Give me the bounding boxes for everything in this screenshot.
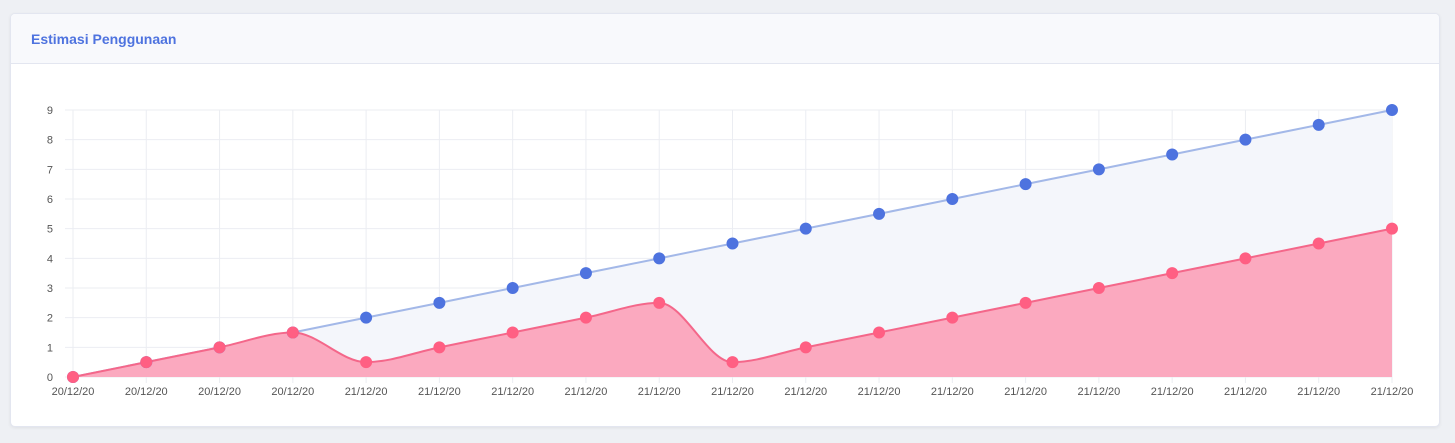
x-tick-label: 21/12/20 (1371, 386, 1414, 398)
y-tick-label: 1 (47, 342, 53, 354)
series-pink-point (579, 311, 592, 324)
y-tick-label: 5 (47, 224, 53, 236)
series-blue-point (1092, 163, 1105, 176)
series-pink-point (873, 326, 886, 339)
y-tick-label: 2 (47, 313, 53, 325)
series-blue-point (1019, 178, 1032, 191)
x-tick-label: 21/12/20 (1004, 386, 1047, 398)
x-tick-label: 21/12/20 (784, 386, 827, 398)
series-pink-point (433, 341, 446, 354)
series-pink-point (1239, 252, 1252, 265)
series-pink-point (799, 341, 812, 354)
x-tick-label: 21/12/20 (491, 386, 534, 398)
y-tick-label: 9 (47, 105, 53, 117)
series-blue-point (579, 267, 592, 280)
series-blue-point (799, 222, 812, 235)
series-blue-point (1312, 118, 1325, 131)
x-tick-label: 21/12/20 (1297, 386, 1340, 398)
x-tick-label: 21/12/20 (418, 386, 461, 398)
series-pink-point (1166, 267, 1179, 280)
series-blue-point (433, 296, 446, 309)
series-blue-point (1239, 133, 1252, 146)
y-tick-label: 7 (47, 164, 53, 176)
series-pink-point (1092, 282, 1105, 294)
x-tick-label: 21/12/20 (1077, 386, 1120, 398)
y-tick-label: 6 (47, 194, 53, 206)
series-blue-point (1166, 148, 1179, 161)
series-pink-point (1386, 222, 1398, 235)
series-pink-point (360, 356, 373, 369)
series-pink-point (1312, 237, 1325, 250)
series-pink-point (140, 356, 153, 369)
series-pink-point (67, 371, 79, 383)
series-blue-point (360, 311, 373, 324)
y-tick-label: 3 (47, 283, 53, 295)
series-blue-point (506, 282, 519, 294)
x-tick-label: 21/12/20 (345, 386, 388, 398)
x-tick-label: 21/12/20 (931, 386, 974, 398)
series-blue-point (653, 252, 666, 265)
x-tick-label: 21/12/20 (638, 386, 681, 398)
series-blue-point (873, 207, 886, 220)
usage-chart: 0 1 2 3 4 5 6 7 8 9 20/12/20 20/12/20 20/12/20 20/12/… (47, 104, 1414, 398)
x-tick-label: 21/12/20 (1151, 386, 1194, 398)
x-tick-label: 21/12/20 (711, 386, 754, 398)
y-tick-label: 0 (47, 372, 53, 384)
x-tick-label: 21/12/20 (1224, 386, 1267, 398)
series-pink-point (213, 341, 226, 354)
chart-area: 0 1 2 3 4 5 6 7 8 9 20/12/20 20/12/20 20/12/20 20/12/… (0, 0, 1455, 443)
series-blue-point (1386, 104, 1398, 116)
y-tick-label: 4 (47, 253, 53, 265)
series-pink-point (506, 326, 519, 339)
series-pink-point (1019, 296, 1032, 309)
series-blue-point (726, 237, 739, 250)
x-tick-label: 20/12/20 (198, 386, 241, 398)
series-pink-point (726, 356, 739, 369)
x-tick-label: 20/12/20 (271, 386, 314, 398)
series-blue-point (946, 193, 959, 205)
y-tick-label: 8 (47, 135, 53, 147)
x-tick-label: 21/12/20 (565, 386, 608, 398)
x-tick-label: 20/12/20 (125, 386, 168, 398)
series-pink-point (286, 326, 299, 339)
x-tick-label: 21/12/20 (858, 386, 901, 398)
x-tick-label: 20/12/20 (52, 386, 95, 398)
series-pink-point (653, 296, 666, 309)
series-pink-point (946, 311, 959, 324)
